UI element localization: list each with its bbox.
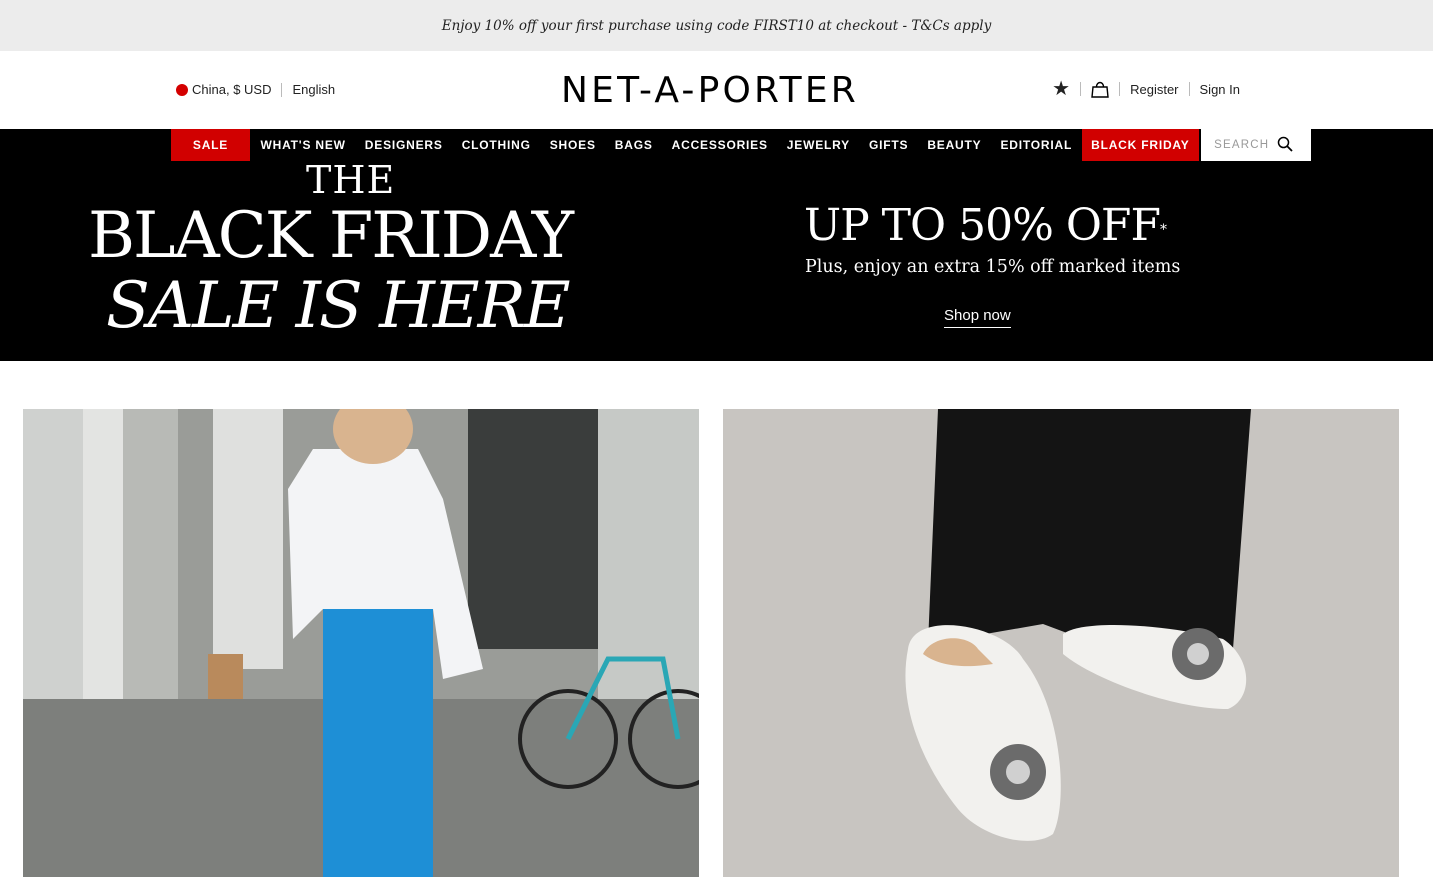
divider [281,82,283,97]
nav-item-sale[interactable]: SALE [171,129,250,161]
nav-item-black-friday[interactable]: BLACK FRIDAY [1081,129,1200,161]
site-logo[interactable]: NET-A-PORTER [528,71,892,111]
hero-offer-asterisk: * [1160,222,1167,238]
nav-item-whats-new[interactable]: WHAT'S NEW [251,129,355,161]
star-icon[interactable]: ★ [1052,79,1070,99]
nav-item-beauty[interactable]: BEAUTY [918,129,991,161]
divider [1080,82,1082,96]
account-links: ★ Register Sign In [1052,79,1240,99]
nav-item-clothing[interactable]: CLOTHING [452,129,540,161]
divider [1119,82,1121,96]
nav-item-designers[interactable]: DESIGNERS [355,129,452,161]
nav-item-accessories[interactable]: ACCESSORIES [662,129,777,161]
hero-offer-text: UP TO 50% OFF [804,200,1161,251]
divider [1188,82,1190,96]
shop-now-link[interactable]: Shop now [944,307,1011,328]
register-link[interactable]: Register [1130,82,1178,97]
shopping-bag-icon-graphic [1091,81,1109,98]
china-flag-icon [176,83,188,96]
editorial-tile-fashion[interactable] [23,409,699,877]
promo-banner: Enjoy 10% off your first purchase using … [0,0,1433,51]
language-label[interactable]: English [292,82,335,97]
search-input[interactable]: SEARCH [1201,129,1312,161]
nav-item-shoes[interactable]: SHOES [540,129,605,161]
hero-offer: UP TO 50% OFF* [804,199,1167,253]
street-style-image [23,409,699,877]
main-nav: SALE WHAT'S NEW DESIGNERS CLOTHING SHOES… [0,129,1433,161]
nav-items: SALE WHAT'S NEW DESIGNERS CLOTHING SHOES… [171,129,1312,161]
locale-selector[interactable]: China, $ USD English [176,82,335,97]
hero-title-line2: SALE IS HERE [106,269,571,343]
sign-in-link[interactable]: Sign In [1200,82,1240,97]
black-friday-hero[interactable]: THE BLACK FRIDAY SALE IS HERE UP TO 50% … [0,161,1433,361]
site-header: China, $ USD English NET-A-PORTER ★ Regi… [0,51,1433,129]
hero-title-line1: BLACK FRIDAY [88,199,574,273]
shoes-image [723,409,1399,877]
hero-the: THE [306,158,396,202]
shopping-bag-icon[interactable] [1091,79,1109,99]
locale-label[interactable]: China, $ USD [192,82,271,97]
hero-subtitle: Plus, enjoy an extra 15% off marked item… [805,257,1181,277]
nav-item-gifts[interactable]: GIFTS [859,129,917,161]
search-icon[interactable] [1277,136,1293,152]
nav-item-jewelry[interactable]: JEWELRY [777,129,859,161]
editorial-tile-shoes[interactable] [723,409,1399,877]
promo-text: Enjoy 10% off your first purchase using … [441,17,992,34]
nav-item-bags[interactable]: BAGS [605,129,662,161]
search-placeholder: SEARCH [1214,139,1270,151]
nav-item-editorial[interactable]: EDITORIAL [991,129,1082,161]
